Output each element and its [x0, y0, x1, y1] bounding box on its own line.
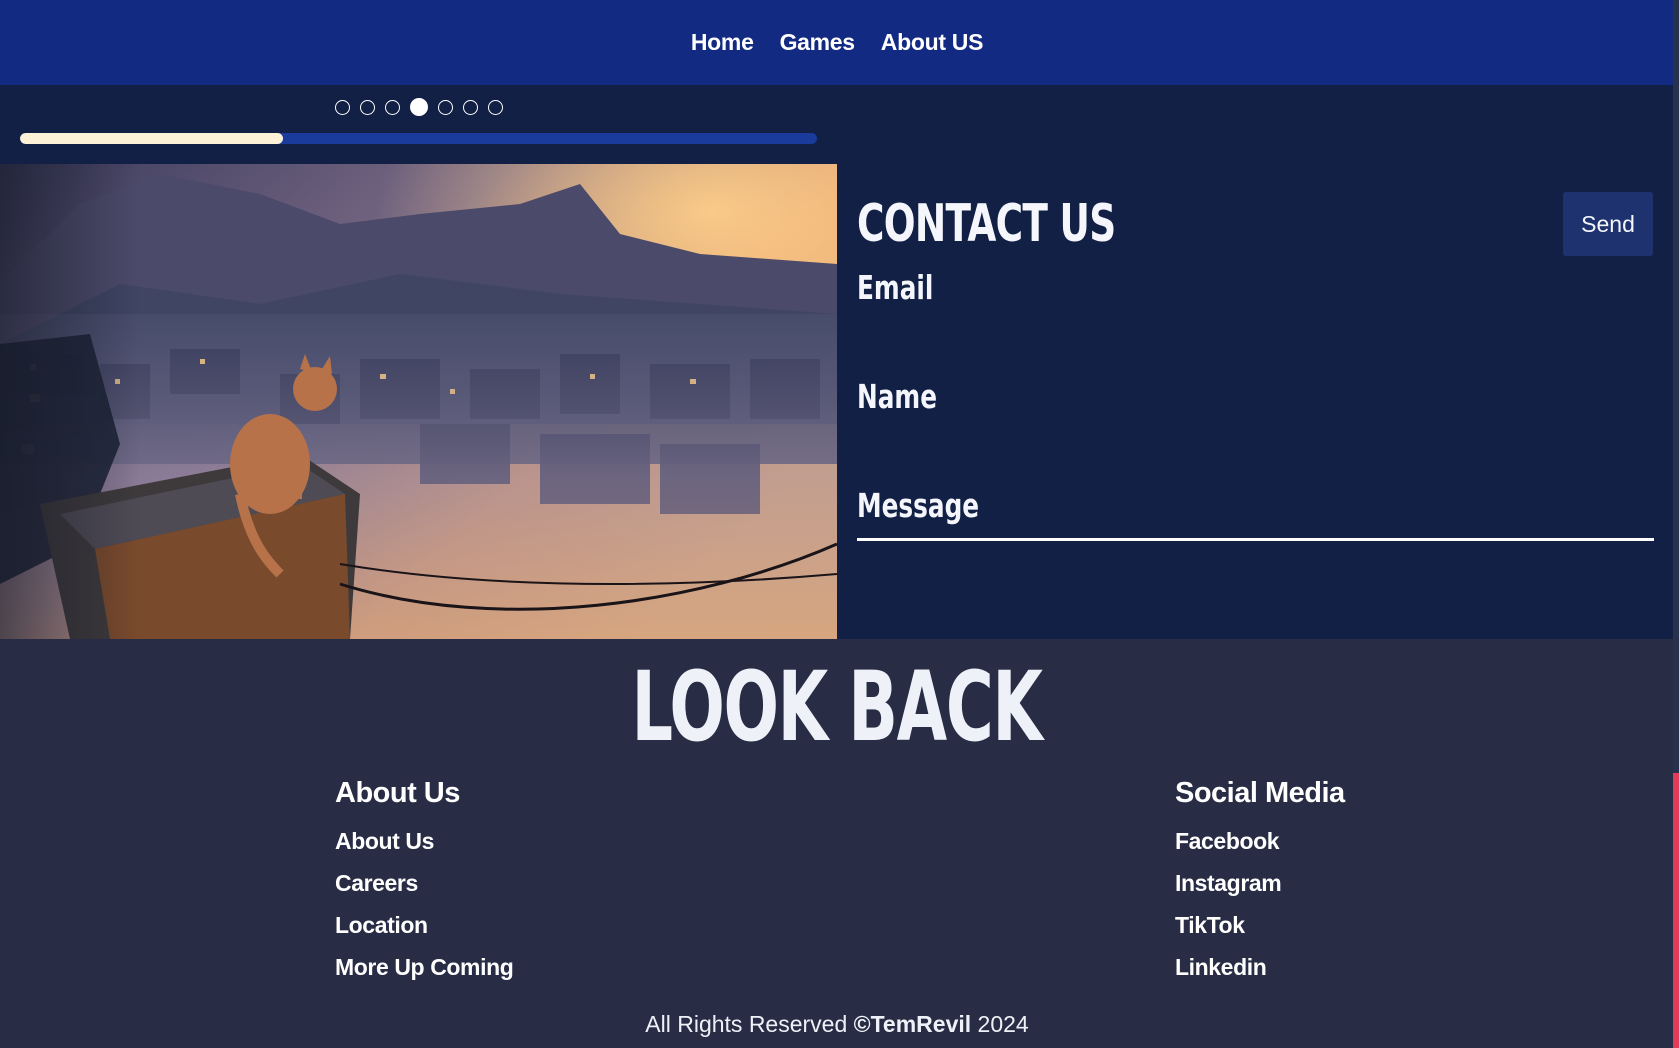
- footer-link-tiktok[interactable]: TikTok: [1175, 912, 1245, 938]
- carousel-dot[interactable]: [335, 99, 350, 115]
- footer-heading-text: LOOK BACK: [631, 651, 1043, 763]
- footer-about-column: About Us About Us Careers Location More …: [335, 777, 514, 996]
- footer-link-about-us[interactable]: About Us: [335, 828, 434, 854]
- carousel-progress-track: [20, 133, 817, 144]
- message-label: Message: [857, 486, 980, 525]
- footer-link-more-up-coming[interactable]: More Up Coming: [335, 954, 514, 980]
- carousel-dots: [335, 98, 503, 116]
- name-label: Name: [857, 377, 937, 416]
- copyright-year: 2024: [977, 1011, 1029, 1037]
- email-label: Email: [857, 268, 934, 307]
- footer-social-column: Social Media Facebook Instagram TikTok L…: [1175, 777, 1345, 996]
- contact-title: CONTACT US: [857, 194, 1116, 254]
- carousel-dot[interactable]: [438, 99, 453, 115]
- carousel-dot[interactable]: [410, 98, 428, 116]
- hero-image: [0, 164, 837, 639]
- footer-about-title: About Us: [335, 777, 460, 809]
- cat-rooftop-illustration: [0, 164, 837, 639]
- footer-link-linkedin[interactable]: Linkedin: [1175, 954, 1267, 980]
- copyright: All Rights Reserved ©TemRevil 2024: [0, 1011, 1674, 1038]
- scrollbar-track[interactable]: [1673, 0, 1679, 773]
- top-navigation: Home Games About US: [0, 0, 1674, 85]
- carousel-dot[interactable]: [360, 99, 375, 115]
- nav-link-games[interactable]: Games: [780, 29, 856, 56]
- carousel-dot[interactable]: [488, 99, 503, 115]
- carousel-dot[interactable]: [385, 99, 400, 115]
- nav-link-home[interactable]: Home: [691, 29, 754, 56]
- footer-social-title: Social Media: [1175, 777, 1345, 809]
- footer-link-instagram[interactable]: Instagram: [1175, 870, 1282, 896]
- copyright-prefix: All Rights Reserved: [645, 1011, 848, 1037]
- copyright-brand: ©TemRevil: [853, 1011, 972, 1037]
- footer-link-careers[interactable]: Careers: [335, 870, 418, 896]
- contact-form: CONTACT US Send Email Name Message: [837, 164, 1674, 759]
- send-button[interactable]: Send: [1563, 192, 1653, 256]
- carousel-dot[interactable]: [463, 99, 478, 115]
- footer-link-location[interactable]: Location: [335, 912, 428, 938]
- footer: LOOK BACK About Us About Us Careers Loca…: [0, 639, 1674, 1048]
- scrollbar-thumb[interactable]: [1673, 773, 1679, 1048]
- carousel-progress-fill: [20, 133, 283, 144]
- footer-link-facebook[interactable]: Facebook: [1175, 828, 1280, 854]
- nav-link-about-us[interactable]: About US: [881, 29, 984, 56]
- footer-heading: LOOK BACK: [0, 651, 1674, 763]
- carousel-controls: [0, 85, 1674, 164]
